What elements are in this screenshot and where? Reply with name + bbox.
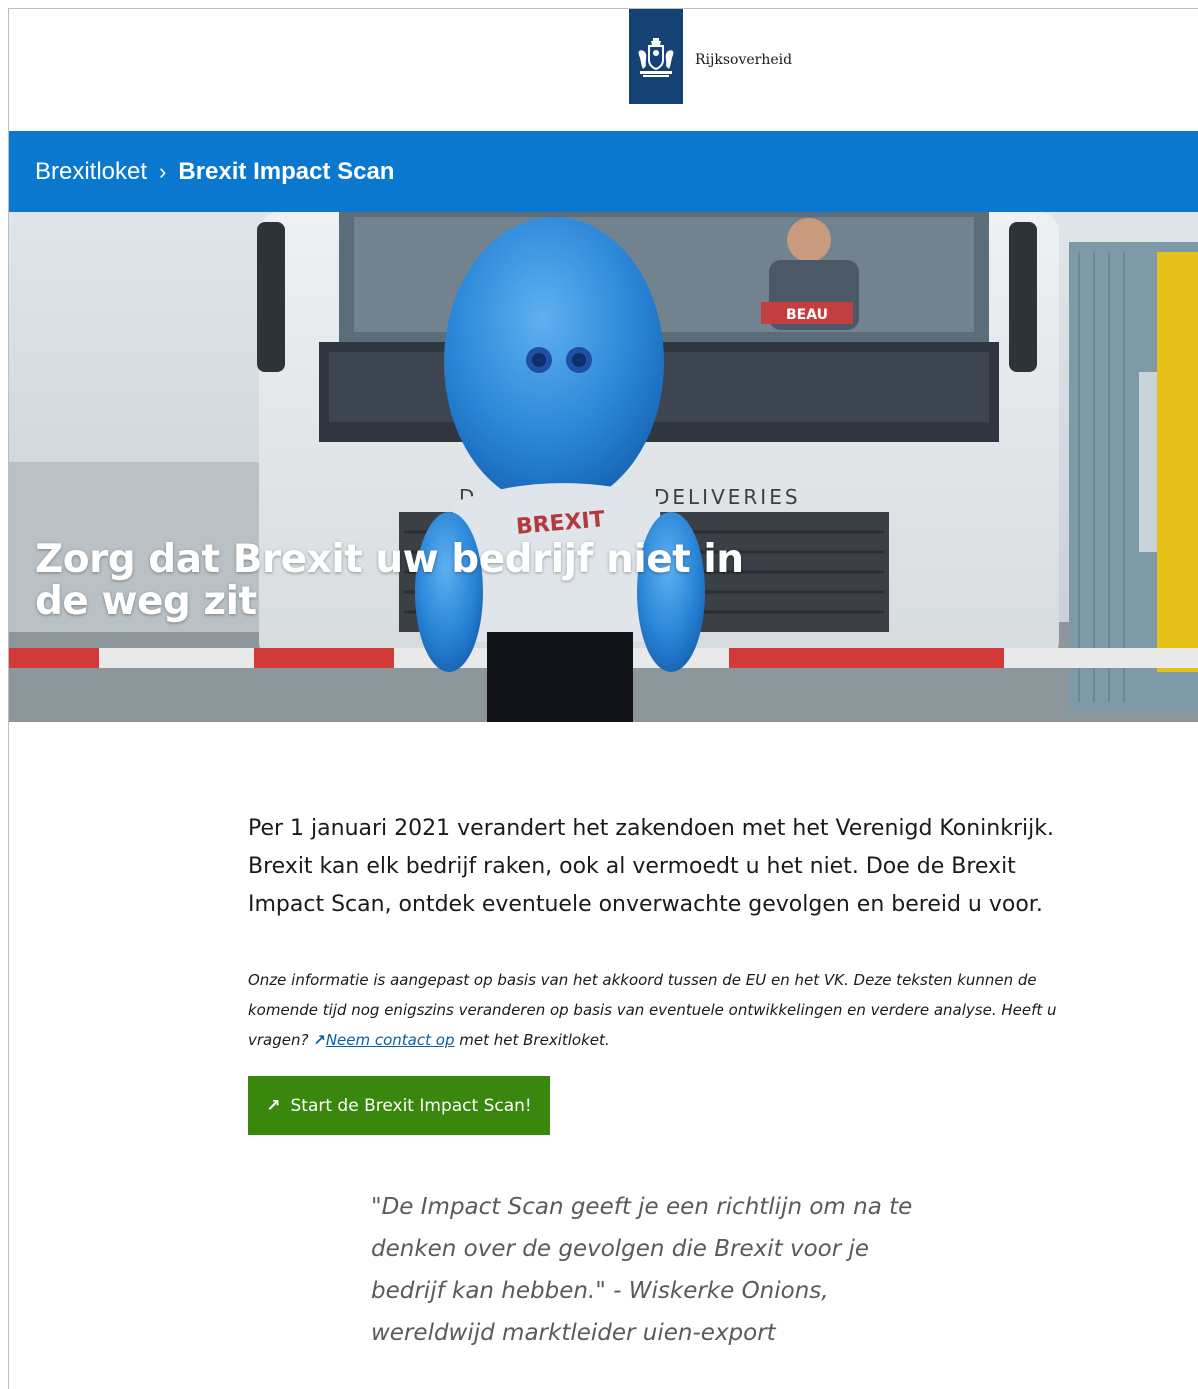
testimonial-quote: "De Impact Scan geeft je een richtlijn o… [371,1194,913,1346]
chevron-right-icon: › [159,158,167,184]
plate-text: BEAU [786,307,828,323]
note-text-end: met het Brexitloket. [454,1031,610,1049]
truck-text: DELIVERIES [654,485,801,509]
logo-wordmark: Rijksoverheid [695,52,793,68]
external-arrow-icon: ↗ [266,1095,281,1116]
disclaimer-note: Onze informatie is aangepast op basis va… [248,965,1078,1055]
intro-paragraph: Per 1 januari 2021 verandert het zakendo… [248,816,1054,917]
external-link-icon: ↗ [313,1031,326,1049]
contact-link[interactable]: Neem contact op [326,1031,455,1049]
breadcrumb-current: Brexit Impact Scan [178,157,395,185]
page-frame: Rijksoverheid Brexitloket › Brexit Impac… [8,8,1198,1389]
start-button-label: Start de Brexit Impact Scan! [290,1095,532,1116]
site-header: Rijksoverheid [9,9,1198,131]
hero-banner: BEAU D DELIVERIES BREXIT Zorg dat Brexit… [9,212,1198,722]
coat-of-arms-icon [638,37,674,77]
hero-title: Zorg dat Brexit uw bedrijf niet in de we… [35,537,744,624]
breadcrumb: Brexitloket › Brexit Impact Scan [9,131,1198,212]
rijksoverheid-logo[interactable] [629,9,683,104]
start-impact-scan-button[interactable]: ↗ Start de Brexit Impact Scan! [248,1076,550,1135]
hero-photo: BEAU D DELIVERIES BREXIT [9,212,1198,722]
breadcrumb-home-link[interactable]: Brexitloket [35,158,147,186]
